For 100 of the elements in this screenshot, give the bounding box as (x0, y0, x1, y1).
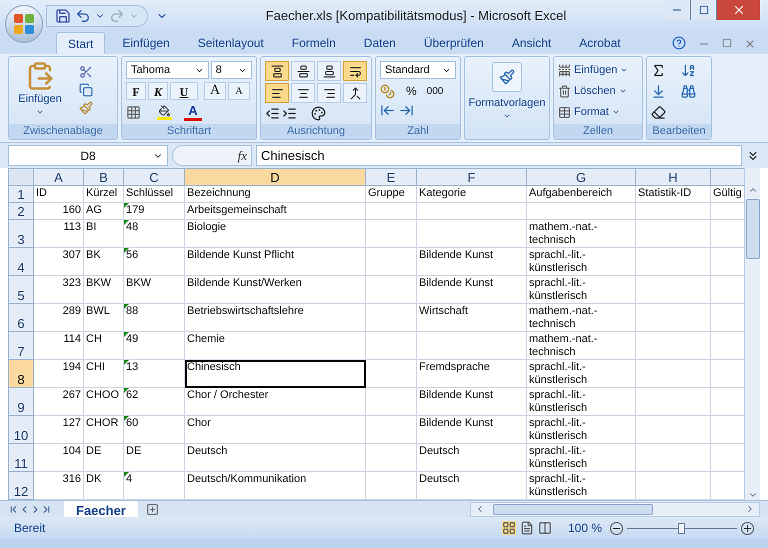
cell-text: CHI (86, 361, 105, 373)
ribbon-tab[interactable]: Start (56, 32, 106, 54)
maximize-button[interactable] (690, 0, 716, 20)
ribbon-tab[interactable]: Acrobat (568, 32, 632, 54)
font-name-field[interactable]: Tahoma (126, 61, 209, 79)
find-icon[interactable] (681, 84, 696, 99)
cell-text: Bildende Kunst (419, 277, 493, 289)
row-header[interactable]: 4 (8, 248, 34, 276)
column-header[interactable]: D (184, 168, 366, 186)
underline-button[interactable]: U (170, 82, 198, 100)
format-painter-icon[interactable] (79, 101, 93, 115)
ribbon-tab[interactable]: Seitenlayout (186, 32, 275, 54)
horizontal-scrollbar[interactable] (470, 502, 760, 516)
formula-field[interactable]: Chinesisch (256, 145, 742, 166)
zoom-slider-thumb[interactable] (678, 522, 685, 534)
close-button[interactable] (716, 0, 760, 20)
row-header[interactable]: 10 (8, 416, 34, 444)
alignment-button[interactable] (343, 83, 367, 103)
help-icon[interactable] (672, 36, 686, 50)
number-format-field[interactable]: Standard (380, 61, 456, 79)
undo-icon[interactable] (75, 8, 91, 24)
column-header[interactable]: E (366, 168, 416, 186)
alignment-button[interactable] (343, 61, 367, 81)
alignment-button[interactable] (265, 83, 289, 103)
column-header[interactable]: B (84, 168, 124, 186)
scroll-thumb[interactable] (746, 199, 760, 259)
restore-icon[interactable] (722, 38, 732, 48)
scroll-thumb[interactable] (493, 504, 653, 514)
page-break-view-icon[interactable] (538, 521, 552, 535)
zoom-slider[interactable] (627, 522, 737, 534)
row-header[interactable]: 5 (8, 276, 34, 304)
indent-increase-icon[interactable] (282, 106, 297, 121)
alignment-button[interactable] (265, 61, 289, 81)
ribbon-tab[interactable]: Formeln (280, 32, 347, 54)
row-header[interactable]: 11 (8, 444, 34, 472)
column-header[interactable]: F (416, 168, 526, 186)
maximize-icon (698, 5, 708, 15)
column-header[interactable]: C (124, 168, 184, 186)
ribbon-tab[interactable]: Überprüfen (412, 32, 495, 54)
sheet-tab[interactable]: Faecher (64, 500, 138, 518)
shrink-font-button[interactable]: A (228, 82, 250, 100)
thousands-button[interactable]: 000 (424, 84, 446, 98)
sort-icon[interactable] (681, 63, 696, 78)
zoom-in-icon[interactable] (741, 522, 754, 534)
row-header[interactable]: 3 (8, 220, 34, 248)
alignment-button[interactable] (317, 83, 341, 103)
column-header[interactable]: G (526, 168, 636, 186)
bold-button[interactable]: F (126, 82, 146, 100)
close-icon[interactable] (744, 38, 756, 50)
last-sheet-icon[interactable] (41, 504, 52, 514)
alignment-button[interactable] (291, 61, 315, 81)
ribbon-tab[interactable]: Ansicht (500, 32, 562, 54)
column-header[interactable]: H (636, 168, 710, 186)
zoom-level[interactable]: 100 % (568, 519, 602, 537)
alignment-icon (296, 86, 310, 100)
sum-icon[interactable] (651, 63, 666, 78)
cells-menu-button[interactable]: Löschen (558, 82, 638, 100)
row-header[interactable]: 9 (8, 388, 34, 416)
error-indicator-icon (124, 332, 129, 337)
cell-text: 62 (126, 389, 138, 401)
fill-color-icon[interactable] (157, 104, 172, 120)
insert-function-button[interactable]: fx (172, 145, 252, 166)
styles-button[interactable]: Formatvorlagen (468, 62, 546, 120)
italic-button[interactable]: K (148, 82, 168, 100)
fill-icon[interactable] (651, 84, 666, 99)
alignment-button[interactable] (317, 61, 341, 81)
save-icon[interactable] (55, 8, 71, 24)
paste-button[interactable]: Einfügen (13, 61, 67, 116)
clear-icon[interactable] (651, 105, 666, 120)
cut-icon[interactable] (79, 65, 93, 79)
row-header[interactable]: 7 (8, 332, 34, 360)
row-header[interactable]: 8 (8, 360, 34, 388)
font-color-button[interactable]: A (184, 103, 202, 121)
percent-button[interactable]: % (403, 82, 420, 100)
font-size-field[interactable]: 8 (210, 61, 252, 79)
alignment-button[interactable] (291, 83, 315, 103)
insert-sheet-icon[interactable] (146, 502, 159, 516)
vertical-scrollbar[interactable] (744, 168, 760, 500)
window-title: Faecher.xls [Kompatibilitätsmodus] - Microsoft Excel (264, 7, 568, 26)
border-icon[interactable] (126, 104, 141, 120)
cell-text: 160 (62, 204, 81, 216)
cell-text: Wirtschaft (419, 305, 468, 317)
grow-font-button[interactable]: A (204, 82, 226, 100)
normal-view-icon[interactable] (502, 521, 516, 535)
ribbon-tab[interactable]: Einfügen (111, 32, 181, 54)
cells-menu-button[interactable]: Einfügen (558, 61, 638, 79)
row-header[interactable]: 12 (8, 472, 34, 500)
indent-decrease-icon[interactable] (265, 106, 280, 121)
row-header[interactable]: 2 (8, 202, 34, 220)
ribbon-tab[interactable]: Daten (352, 32, 407, 54)
name-box[interactable]: D8 (8, 145, 168, 166)
currency-icon[interactable] (380, 84, 395, 98)
column-header[interactable]: A (34, 168, 84, 186)
zoom-out-icon[interactable] (610, 522, 623, 534)
row-header[interactable]: 6 (8, 304, 34, 332)
cells-menu-button[interactable]: Format (558, 103, 638, 121)
page-layout-view-icon[interactable] (520, 521, 534, 535)
copy-icon[interactable] (79, 83, 93, 97)
row-header[interactable]: 1 (8, 186, 34, 202)
first-sheet-icon[interactable] (8, 504, 19, 514)
